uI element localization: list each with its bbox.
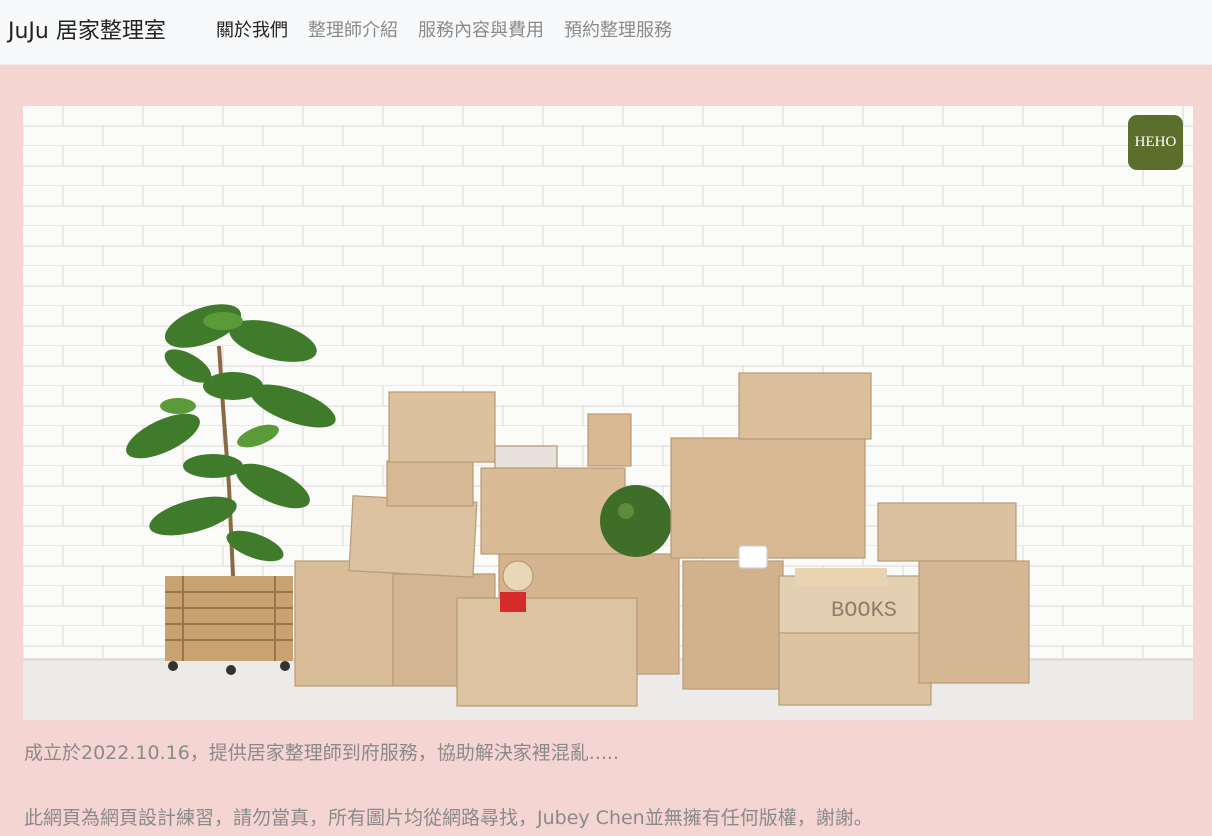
- nav-links: 關於我們 整理師介紹 服務內容與費用 預約整理服務: [216, 16, 672, 42]
- disclaimer-text: 此網頁為網頁設計練習，請勿當真，所有圖片均從網路尋找，Jubey Chen並無擁…: [24, 807, 873, 829]
- brand-logo[interactable]: JuJu 居家整理室: [8, 13, 166, 45]
- hero-illustration: BOOKS: [23, 106, 1193, 720]
- hero-image: BOOKS: [23, 106, 1193, 720]
- nav-link-about[interactable]: 關於我們: [216, 16, 288, 42]
- heho-badge: HEHO: [1128, 115, 1183, 170]
- nav-link-booking[interactable]: 預約整理服務: [564, 16, 672, 42]
- intro-text: 成立於2022.10.16，提供居家整理師到府服務，協助解決家裡混亂.....: [24, 742, 619, 764]
- navbar: JuJu 居家整理室 關於我們 整理師介紹 服務內容與費用 預約整理服務: [0, 0, 1212, 65]
- nav-link-services[interactable]: 服務內容與費用: [418, 16, 544, 42]
- nav-link-organizers[interactable]: 整理師介紹: [308, 16, 398, 42]
- books-box-label: BOOKS: [831, 598, 897, 623]
